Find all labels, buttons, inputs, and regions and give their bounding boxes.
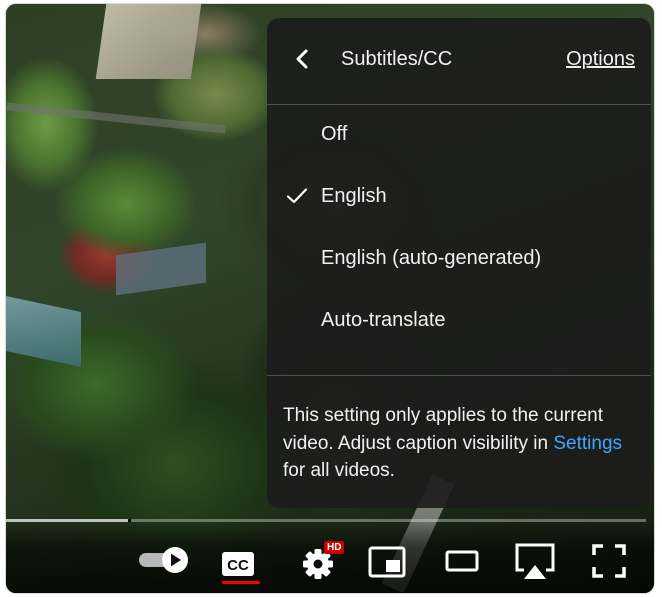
miniplayer-icon [368, 546, 406, 578]
svg-text:CC: CC [227, 557, 249, 574]
airplay-icon [515, 543, 555, 579]
chevron-left-icon [296, 49, 308, 69]
fullscreen-button[interactable] [590, 542, 628, 580]
hd-badge: HD [324, 541, 345, 554]
subtitle-option-label: Off [321, 123, 348, 145]
progress-bar[interactable] [6, 519, 646, 522]
settings-link[interactable]: Settings [553, 433, 622, 454]
progress-played [6, 519, 128, 522]
theater-mode-button[interactable] [444, 546, 480, 576]
panel-header: Subtitles/CC Options [267, 18, 651, 105]
subtitle-option-english[interactable]: English [267, 166, 651, 228]
panel-divider [267, 375, 651, 376]
progress-chapter-gap [128, 519, 131, 522]
subtitles-active-indicator [222, 581, 260, 584]
subtitle-track-list: Off English English (auto-generated) Aut… [267, 104, 651, 352]
caption-settings-note: This setting only applies to the current… [283, 402, 633, 485]
autoplay-toggle-icon [139, 547, 188, 573]
subtitle-option-label: Auto-translate [321, 309, 446, 331]
subtitle-option-auto-translate[interactable]: Auto-translate [267, 290, 651, 352]
subtitle-option-english-auto[interactable]: English (auto-generated) [267, 228, 651, 290]
video-player[interactable]: Subtitles/CC Options Off English English… [6, 4, 654, 593]
subtitles-button[interactable]: CC [219, 544, 259, 584]
video-building [95, 4, 202, 79]
fullscreen-icon [592, 544, 626, 578]
subtitles-settings-panel: Subtitles/CC Options Off English English… [267, 18, 651, 508]
panel-title: Subtitles/CC [341, 48, 453, 70]
miniplayer-button[interactable] [367, 544, 407, 580]
airplay-button[interactable] [512, 540, 558, 584]
cc-icon: CC [222, 552, 254, 576]
theater-mode-icon [445, 550, 479, 572]
subtitle-option-label: English [321, 185, 387, 207]
back-button[interactable] [289, 44, 317, 74]
checkmark-icon [286, 188, 308, 204]
note-text-end: for all videos. [283, 460, 395, 481]
autoplay-toggle[interactable] [137, 544, 191, 576]
subtitle-option-off[interactable]: Off [267, 104, 651, 166]
options-link[interactable]: Options [566, 48, 635, 71]
subtitle-option-label: English (auto-generated) [321, 247, 542, 269]
